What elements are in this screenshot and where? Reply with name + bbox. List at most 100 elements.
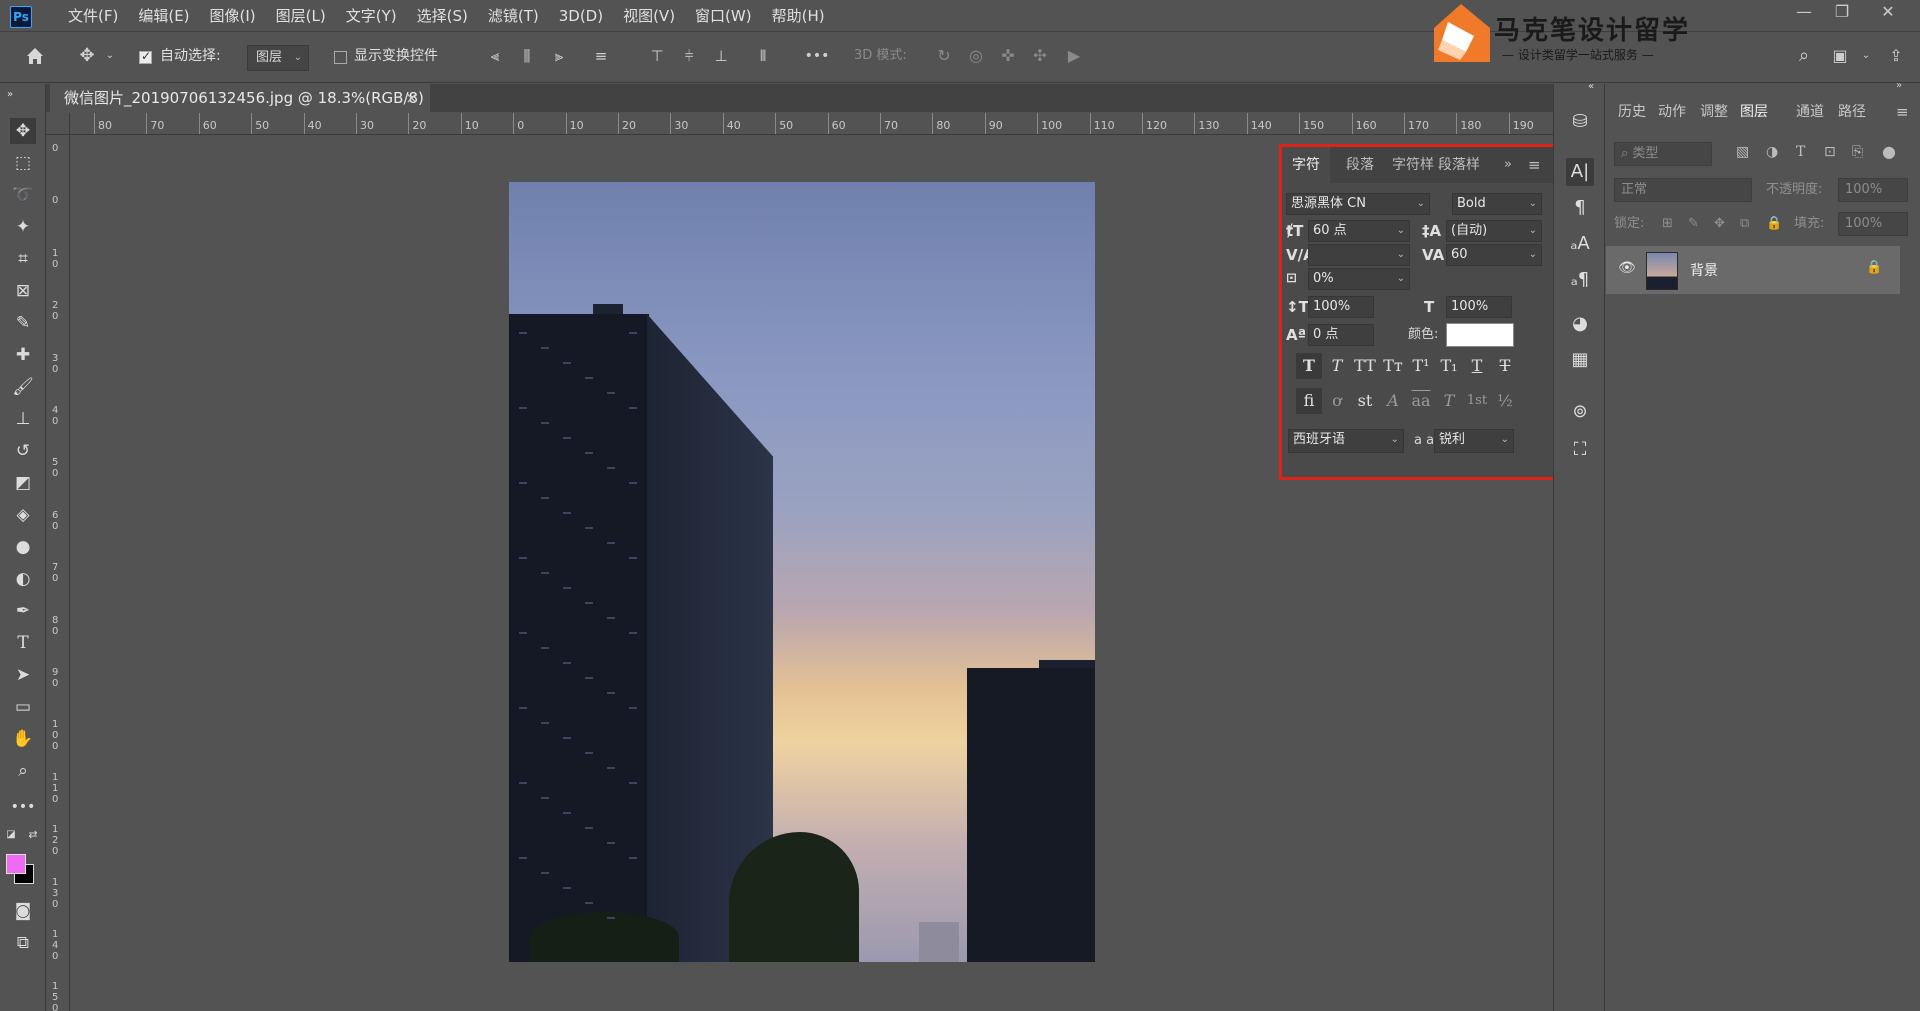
home-icon[interactable] [22, 43, 48, 69]
leading-field[interactable]: (自动) ⌄ [1446, 220, 1542, 242]
stylistic-alternates-button[interactable]: aa [1408, 388, 1434, 414]
menu-filter[interactable]: 滤镜(T) [478, 0, 549, 32]
align-top-icon[interactable]: ⊤ [648, 43, 666, 69]
share-icon[interactable]: ⇪ [1884, 43, 1908, 69]
tab-character[interactable]: 字符 [1282, 147, 1330, 183]
blend-mode-dropdown[interactable]: 正常 [1614, 178, 1752, 202]
tab-actions[interactable]: 动作 [1658, 98, 1686, 126]
move-tool-icon[interactable]: ✥ [10, 118, 36, 144]
3d-pan-icon[interactable]: ✜ [996, 43, 1020, 69]
fractions-button[interactable]: ½ [1492, 388, 1518, 414]
color-panel-icon[interactable]: ◕ [1566, 310, 1594, 338]
distribute-vertical-icon[interactable]: ≡ [592, 43, 610, 69]
chevron-down-icon[interactable]: ⌄ [104, 43, 116, 69]
layer-filter-dropdown[interactable]: ⌕ 类型 [1614, 142, 1712, 166]
language-dropdown[interactable]: 西班牙语 ⌄ [1288, 429, 1404, 453]
tab-layers[interactable]: 图层 [1740, 98, 1768, 126]
menu-3d[interactable]: 3D(D) [549, 0, 613, 32]
shape-filter-icon[interactable]: ⊡ [1824, 144, 1836, 160]
vertical-scale-field[interactable]: 100% [1308, 296, 1374, 318]
lock-position-icon[interactable]: ✥ [1714, 216, 1725, 231]
adjustment-filter-icon[interactable]: ◑ [1766, 144, 1778, 160]
hand-tool-icon[interactable]: ✋ [10, 726, 36, 752]
pen-tool-icon[interactable]: ✒ [10, 598, 36, 624]
paint-bucket-icon[interactable]: ◈ [10, 502, 36, 528]
healing-brush-icon[interactable]: ✚ [10, 342, 36, 368]
tab-paths[interactable]: 路径 [1838, 98, 1866, 126]
collapse-icon[interactable]: » [4, 82, 16, 108]
tab-channels[interactable]: 通道 [1796, 98, 1824, 126]
kerning-field[interactable]: ⌄ [1308, 244, 1410, 266]
canvas-area[interactable]: 字符 段落 字符样 段落样 » ≡ 思源黑体 CN ⌄ Bold ⌄ ⱦT 60 点… [70, 136, 1605, 1011]
old-style-button[interactable]: ơ [1324, 388, 1350, 414]
horizontal-scale-field[interactable]: 100% [1446, 296, 1512, 318]
swatches-icon[interactable]: ▦ [1566, 346, 1594, 374]
filter-toggle-icon[interactable]: ● [1882, 142, 1896, 161]
menu-image[interactable]: 图像(I) [200, 0, 266, 32]
align-left-icon[interactable]: ⫷ [486, 43, 504, 69]
baseline-shift-field[interactable]: 0 点 [1308, 324, 1374, 346]
font-style-dropdown[interactable]: Bold ⌄ [1452, 193, 1542, 215]
image-filter-icon[interactable]: ▧ [1736, 144, 1749, 160]
type-tool-icon[interactable]: T [10, 630, 36, 656]
align-right-icon[interactable]: ⫸ [550, 43, 568, 69]
brush-tool-icon[interactable]: 🖌 [10, 374, 36, 400]
font-family-dropdown[interactable]: 思源黑体 CN ⌄ [1286, 193, 1430, 215]
superscript-button[interactable]: T¹ [1408, 353, 1434, 379]
tsume-field[interactable]: 0% ⌄ [1308, 268, 1410, 290]
ligatures-button[interactable]: fi [1296, 388, 1322, 414]
font-size-field[interactable]: 60 点 ⌄ [1308, 220, 1410, 242]
align-bottom-icon[interactable]: ⊥ [712, 43, 730, 69]
collapse-icon[interactable]: » [1896, 80, 1902, 91]
lock-pixels-icon[interactable]: ✎ [1688, 216, 1699, 231]
close-window-button[interactable]: ✕ [1868, 0, 1908, 26]
type-filter-icon[interactable]: T [1796, 144, 1805, 160]
smart-object-filter-icon[interactable]: ⎘ [1852, 144, 1863, 160]
eyedropper-icon[interactable]: ✎ [10, 310, 36, 336]
menu-select[interactable]: 选择(S) [407, 0, 478, 32]
search-icon[interactable]: ⌕ [1792, 43, 1816, 69]
all-caps-button[interactable]: TT [1352, 353, 1378, 379]
menu-file[interactable]: 文件(F) [58, 0, 128, 32]
tab-history[interactable]: 历史 [1618, 98, 1646, 126]
overflow-tabs-icon[interactable]: » [1504, 147, 1512, 183]
tracking-field[interactable]: 60 ⌄ [1446, 244, 1542, 266]
chevron-down-icon[interactable]: ⌄ [1860, 43, 1872, 69]
character-panel-icon[interactable]: A| [1566, 158, 1594, 186]
move-tool-icon[interactable]: ✥ [74, 43, 100, 69]
creative-cloud-icon[interactable]: ⊚ [1566, 398, 1594, 426]
menu-type[interactable]: 文字(Y) [336, 0, 407, 32]
frame-tool-icon[interactable]: ⊠ [10, 278, 36, 304]
more-options-button[interactable]: ••• [804, 43, 830, 69]
align-vcenter-icon[interactable]: ⫩ [680, 43, 698, 69]
menu-layer[interactable]: 图层(L) [266, 0, 336, 32]
panel-menu-icon[interactable]: ≡ [1528, 147, 1541, 183]
blur-tool-icon[interactable]: ● [10, 534, 36, 560]
underline-button[interactable]: T [1464, 353, 1490, 379]
tab-adjustments[interactable]: 调整 [1700, 98, 1728, 126]
3d-camera-icon[interactable]: ▶ [1062, 43, 1086, 69]
auto-select-checkbox[interactable] [139, 49, 152, 64]
dodge-tool-icon[interactable]: ◐ [10, 566, 36, 592]
quick-mask-icon[interactable]: ◙ [10, 898, 36, 924]
document-tab[interactable]: 微信图片_20190706132456.jpg @ 18.3%(RGB/8) × [50, 84, 430, 112]
visibility-eye-icon[interactable]: 👁 [1618, 260, 1636, 276]
close-tab-icon[interactable]: × [405, 84, 418, 112]
auto-select-dropdown[interactable]: 图层 ⌄ [247, 45, 309, 71]
paragraph-panel-icon[interactable]: ¶ [1566, 194, 1594, 222]
lock-transparent-icon[interactable]: ⊞ [1662, 216, 1673, 231]
default-colors-icon[interactable]: ◪ [4, 828, 18, 842]
opacity-field[interactable]: 100% [1838, 178, 1908, 202]
crop-tool-icon[interactable]: ⌗ [10, 246, 36, 272]
libraries-icon[interactable]: ⛁ [1566, 108, 1594, 136]
rectangle-tool-icon[interactable]: ▭ [10, 694, 36, 720]
faux-italic-button[interactable]: T [1324, 353, 1350, 379]
collapse-icon[interactable]: « [1584, 80, 1598, 94]
eraser-icon[interactable]: ◩ [10, 470, 36, 496]
edit-toolbar-icon[interactable]: ••• [10, 794, 36, 820]
distribute-horizontal-icon[interactable]: ⦀ [754, 43, 772, 69]
subscript-button[interactable]: T₁ [1436, 353, 1462, 379]
3d-roll-icon[interactable]: ◎ [964, 43, 988, 69]
tab-paragraph[interactable]: 段落 [1346, 147, 1374, 183]
show-transform-checkbox[interactable] [334, 51, 347, 64]
